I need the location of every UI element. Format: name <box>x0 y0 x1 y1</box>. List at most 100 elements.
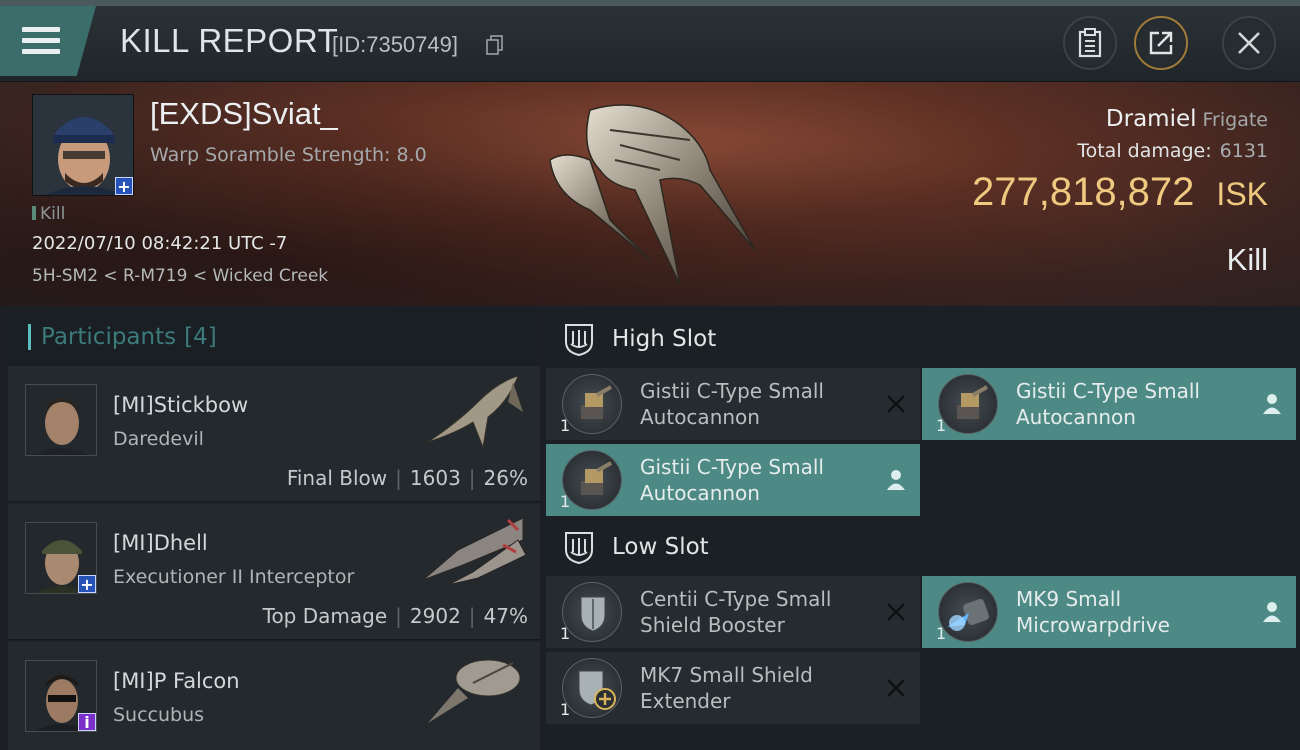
fitting-panel: High Slot 1 Gistii C-Type Small Autocann… <box>544 308 1300 750</box>
high-slot-title: High Slot <box>612 326 717 352</box>
module-name: Gistii C-Type Small Autocannon <box>640 455 824 505</box>
module-item[interactable]: 1 MK7 Small Shield Extender <box>546 652 920 724</box>
participant-name: [MI]Dhell <box>113 531 208 555</box>
close-icon <box>1238 32 1260 54</box>
stats-separator: | <box>468 604 476 628</box>
stats-separator: | <box>468 466 476 490</box>
victim-ship-name: Dramiel <box>1105 106 1197 132</box>
module-item[interactable]: 1 Centii C-Type Small Shield Booster <box>546 576 920 648</box>
dropped-person-icon <box>1260 600 1284 624</box>
menu-button[interactable] <box>0 6 96 76</box>
stats-separator: | <box>395 604 402 628</box>
participants-panel: Participants [4] [MI]Stickbow Daredevil … <box>8 308 540 750</box>
header-bar: KILL REPORT [ID:7350749] <box>0 0 1300 82</box>
high-slot-icon <box>565 324 593 356</box>
info-badge-icon: i <box>78 713 96 731</box>
participant-ship: Succubus <box>113 704 205 726</box>
autocannon-icon <box>938 374 998 434</box>
warp-scramble-strength: Warp Soramble Strength: 8.0 <box>150 144 427 166</box>
module-quantity: 1 <box>936 624 947 643</box>
destroyed-x-icon <box>884 600 908 624</box>
microwarpdrive-icon <box>938 582 998 642</box>
participant-role: Top Damage <box>262 604 388 628</box>
clipboard-button[interactable] <box>1063 16 1117 70</box>
total-damage: Total damage: 6131 <box>1077 140 1268 162</box>
copy-icon[interactable] <box>486 35 504 55</box>
participant-row[interactable]: [MI]Stickbow Daredevil Final Blow | 1603 | 2… <box>8 366 540 502</box>
autocannon-art <box>957 385 988 419</box>
module-quantity: 1 <box>560 700 571 719</box>
victim-ship-class: Frigate <box>1202 109 1268 131</box>
isk-value: 277,818,872 <box>971 170 1195 214</box>
participant-role: Final Blow <box>286 466 388 490</box>
participants-count: [4] <box>184 324 217 350</box>
isk-unit: ISK <box>1216 176 1268 212</box>
participant-ship: Executioner II Interceptor <box>113 566 355 588</box>
module-quantity: 1 <box>936 416 947 435</box>
participant-name: [MI]P Falcon <box>113 669 240 693</box>
plus-badge-icon: + <box>115 177 133 195</box>
kill-tag-label: Kill <box>40 204 66 224</box>
destroyed-x-icon <box>884 392 908 416</box>
microwarpdrive-art <box>947 599 989 631</box>
module-quantity: 1 <box>560 624 571 643</box>
module-name: MK9 Small Microwarpdrive <box>1016 587 1170 637</box>
clipboard-icon <box>1078 28 1102 58</box>
kill-tag: Kill <box>32 204 65 224</box>
module-item[interactable]: 1 Gistii C-Type Small Autocannon <box>546 368 920 440</box>
report-id: [ID:7350749] <box>332 32 458 57</box>
participant-name: [MI]Stickbow <box>113 393 249 417</box>
share-button[interactable] <box>1134 16 1188 70</box>
victim-ship: Dramiel Frigate <box>1106 106 1268 132</box>
participant-stats: Top Damage | 2902 | 47% <box>263 604 528 628</box>
participant-portrait-image <box>26 385 96 455</box>
isk-value-row: 277,818,872 ISK <box>972 170 1268 215</box>
module-name: Centii C-Type Small Shield Booster <box>640 587 832 637</box>
page-title: KILL REPORT <box>120 22 339 59</box>
header-top-accent <box>0 0 1300 6</box>
high-slot-header: High Slot <box>544 310 1300 368</box>
participant-stats: Final Blow | 1603 | 26% <box>287 466 528 490</box>
participants-header: Participants [4] <box>8 308 540 366</box>
share-icon <box>1149 31 1173 55</box>
participant-ship-image <box>427 375 523 449</box>
participant-ship-image <box>428 659 521 723</box>
module-quantity: 1 <box>560 416 571 435</box>
low-slot-title: Low Slot <box>612 534 709 560</box>
participant-row[interactable]: i [MI]P Falcon Succubus <box>8 642 540 750</box>
participant-row[interactable]: + [MI]Dhell Executioner II Interceptor T… <box>8 504 540 640</box>
hamburger-menu-icon <box>22 27 60 55</box>
victim-portrait[interactable]: + <box>32 94 134 196</box>
autocannon-icon <box>562 450 622 510</box>
module-item[interactable]: 1 MK9 Small Microwarpdrive <box>922 576 1296 648</box>
participant-avatar: + <box>25 522 97 594</box>
autocannon-art <box>581 461 612 495</box>
participant-percent: 47% <box>483 604 528 628</box>
close-button[interactable] <box>1222 16 1276 70</box>
module-item[interactable]: 1 Gistii C-Type Small Autocannon <box>546 444 920 516</box>
module-item[interactable]: 1 Gistii C-Type Small Autocannon <box>922 368 1296 440</box>
participants-title: Participants <box>41 324 177 350</box>
participant-damage: 2902 <box>409 604 461 628</box>
participant-ship: Daredevil <box>113 428 204 450</box>
module-name: Gistii C-Type Small Autocannon <box>1016 379 1200 429</box>
participant-avatar: i <box>25 660 97 732</box>
shield-booster-icon <box>562 582 622 642</box>
participant-damage: 1603 <box>409 466 461 490</box>
kill-datetime: 2022/07/10 08:42:21 UTC -7 <box>32 233 288 254</box>
dropped-person-icon <box>1260 392 1284 416</box>
autocannon-art <box>581 385 612 419</box>
participant-avatar <box>25 384 97 456</box>
stats-separator: | <box>395 466 402 490</box>
participant-percent: 26% <box>483 466 528 490</box>
dropped-person-icon <box>884 468 908 492</box>
victim-name: [EXDS]Sviat_ <box>150 96 338 131</box>
destroyed-x-icon <box>884 676 908 700</box>
total-damage-label: Total damage: <box>1077 140 1212 162</box>
low-slot-header: Low Slot <box>544 518 1300 576</box>
low-slot-icon <box>565 532 593 564</box>
module-name: Gistii C-Type Small Autocannon <box>640 379 824 429</box>
module-name: MK7 Small Shield Extender <box>640 663 813 713</box>
total-damage-value: 6131 <box>1219 140 1268 162</box>
participants-header-accent <box>28 324 31 350</box>
